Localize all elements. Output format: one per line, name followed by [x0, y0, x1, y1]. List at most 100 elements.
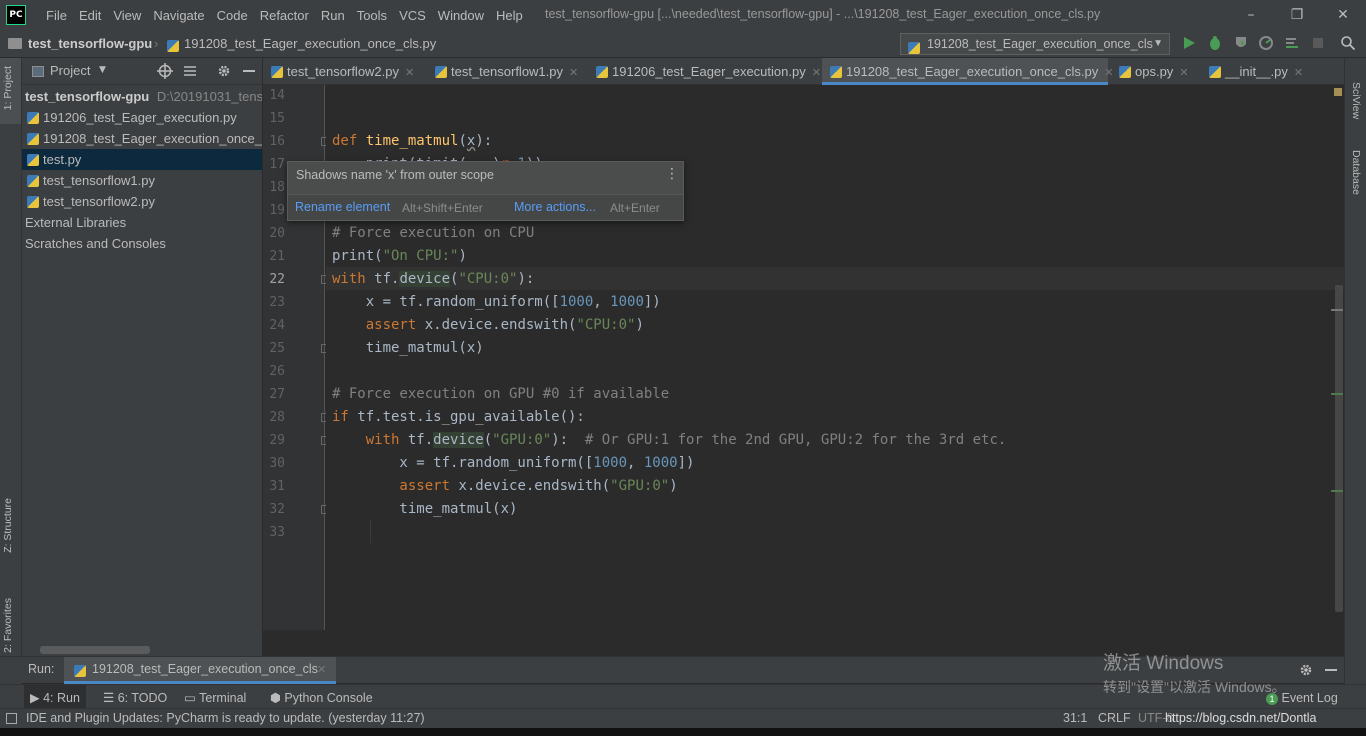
tab-init[interactable]: __init__.py ✕ [1201, 58, 1303, 85]
inspection-status-icon[interactable] [1334, 88, 1342, 96]
gear-icon[interactable] [1298, 662, 1314, 678]
error-stripe-mark[interactable] [1331, 393, 1343, 395]
menu-edit[interactable]: Edit [73, 8, 107, 23]
status-bar: IDE and Plugin Updates: PyCharm is ready… [0, 708, 1366, 728]
close-tab-icon[interactable]: ✕ [569, 67, 578, 79]
menu-code[interactable]: Code [211, 8, 254, 23]
tree-item-file[interactable]: 191206_test_Eager_execution.py [22, 107, 262, 128]
watermark-line1: 激活 Windows [1103, 653, 1224, 674]
minimize-button[interactable]: – [1228, 0, 1274, 30]
code-line-20: # Force execution on CPU [332, 225, 535, 241]
tree-item-file-selected[interactable]: test.py [22, 149, 262, 170]
tab-test-tensorflow1[interactable]: test_tensorflow1.py ✕ [427, 58, 588, 85]
code-line-31: assert x.device.endswith("GPU:0") [332, 478, 678, 494]
caret-position[interactable]: 31:1 [1063, 711, 1087, 725]
tool-tab-project[interactable]: 1: Project [2, 66, 14, 110]
line-number: 14 [269, 88, 285, 103]
tree-item-external-libraries[interactable]: External Libraries [22, 212, 262, 233]
run-configuration-select[interactable]: 191208_test_Eager_execution_once_cls ▼ [900, 33, 1170, 55]
concurrency-diagram-icon[interactable] [1284, 35, 1300, 51]
breadcrumb-file[interactable]: 191208_test_Eager_execution_once_cls.py [184, 30, 436, 58]
python-file-icon [1209, 66, 1221, 78]
locate-file-icon[interactable] [157, 63, 173, 79]
tab-191208-eager-once-cls[interactable]: 191208_test_Eager_execution_once_cls.py ✕ [822, 58, 1113, 85]
tab-label: 191206_test_Eager_execution.py [612, 64, 806, 79]
debug-icon[interactable] [1207, 35, 1223, 51]
error-stripe-mark[interactable] [1331, 490, 1343, 492]
tab-ops[interactable]: ops.py ✕ [1111, 58, 1199, 85]
line-separator[interactable]: CRLF [1098, 711, 1131, 725]
close-tab-icon[interactable]: ✕ [405, 67, 414, 79]
os-taskbar-edge [0, 728, 1366, 736]
tree-item-file[interactable]: 191208_test_Eager_execution_once_cls.py [22, 128, 262, 149]
line-number: 25 [269, 341, 285, 356]
breadcrumb-project[interactable]: test_tensorflow-gpu [28, 30, 152, 58]
stop-icon[interactable] [1311, 36, 1325, 50]
tree-item-project-root[interactable]: test_tensorflow-gpu D:\20191031_tenso [22, 86, 262, 107]
tool-tab-structure[interactable]: Z: Structure [2, 498, 14, 553]
tree-item-file[interactable]: test_tensorflow2.py [22, 191, 262, 212]
line-number: 15 [269, 111, 285, 126]
python-console-icon: ⬢ [270, 691, 285, 705]
tool-tab-sciview[interactable]: SciView [1350, 82, 1362, 119]
search-icon[interactable] [1340, 35, 1356, 51]
collapse-all-icon[interactable] [183, 64, 197, 78]
error-stripe-mark[interactable] [1331, 309, 1343, 311]
code-line-25: time_matmul(x) [332, 340, 484, 356]
tool-tab-database[interactable]: Database [1350, 150, 1362, 195]
status-message[interactable]: IDE and Plugin Updates: PyCharm is ready… [26, 711, 425, 725]
vertical-scrollbar[interactable] [1335, 285, 1343, 612]
window-title: test_tensorflow-gpu [...\needed\test_ten… [545, 7, 1101, 21]
right-tool-strip: SciView Database [1344, 58, 1366, 684]
run-tab[interactable]: 191208_test_Eager_execution_once_cls ✕ [64, 657, 336, 684]
rename-element-link[interactable]: Rename element [295, 200, 390, 214]
line-number: 26 [269, 364, 285, 379]
tree-item-label: test_tensorflow1.py [43, 173, 156, 188]
profile-icon[interactable] [1258, 35, 1274, 51]
close-tab-icon[interactable]: ✕ [812, 67, 821, 79]
tooltip-actions: Rename element Alt+Shift+Enter More acti… [288, 194, 683, 220]
hide-panel-icon[interactable] [1325, 669, 1337, 671]
close-tab-icon[interactable]: ✕ [1294, 67, 1303, 79]
menu-vcs[interactable]: VCS [393, 8, 432, 23]
line-number: 16 [269, 134, 285, 149]
code-line-29: with tf.device("GPU:0"): # Or GPU:1 for … [332, 432, 1007, 448]
more-options-icon[interactable]: ⋮ [665, 166, 679, 182]
chevron-down-icon[interactable]: ▼ [99, 65, 106, 75]
todo-icon: ☰ [103, 691, 118, 705]
toggle-tool-windows-icon[interactable] [6, 713, 17, 724]
menu-navigate[interactable]: Navigate [147, 8, 210, 23]
run-with-coverage-icon[interactable] [1233, 35, 1249, 51]
project-view-select[interactable]: Project [50, 63, 90, 78]
close-tab-icon[interactable]: ✕ [1179, 67, 1188, 79]
restore-button[interactable]: ❐ [1274, 0, 1320, 30]
line-number: 19 [269, 203, 285, 218]
close-window-button[interactable]: ✕ [1320, 0, 1366, 30]
menu-run[interactable]: Run [315, 8, 351, 23]
tree-item-file[interactable]: test_tensorflow1.py [22, 170, 262, 191]
horizontal-scrollbar[interactable] [40, 646, 150, 654]
code-line-23: x = tf.random_uniform([1000, 1000]) [332, 294, 661, 310]
gear-icon[interactable] [216, 63, 232, 79]
pycharm-logo-icon: PC [6, 5, 26, 25]
menu-window[interactable]: Window [432, 8, 490, 23]
python-file-icon [27, 154, 39, 166]
more-actions-link[interactable]: More actions... [514, 200, 596, 214]
menu-view[interactable]: View [107, 8, 147, 23]
code-line-21: print("On CPU:") [332, 248, 467, 264]
menu-file[interactable]: File [40, 8, 73, 23]
run-icon[interactable] [1182, 36, 1196, 50]
run-icon: ▶ [30, 691, 44, 705]
menu-tools[interactable]: Tools [351, 8, 393, 23]
code-line-30: x = tf.random_uniform([1000, 1000]) [332, 455, 695, 471]
menu-help[interactable]: Help [490, 8, 529, 23]
tab-191206-eager[interactable]: 191206_test_Eager_execution.py ✕ [588, 58, 821, 85]
tab-test-tensorflow2[interactable]: test_tensorflow2.py ✕ [263, 58, 424, 85]
menu-refactor[interactable]: Refactor [254, 8, 315, 23]
python-config-icon [908, 38, 924, 54]
tool-tab-favorites[interactable]: 2: Favorites [2, 598, 14, 653]
close-tab-icon[interactable]: ✕ [317, 663, 326, 676]
hide-panel-icon[interactable] [243, 70, 255, 72]
line-number: 24 [269, 318, 285, 333]
tree-item-scratches[interactable]: Scratches and Consoles [22, 233, 262, 254]
